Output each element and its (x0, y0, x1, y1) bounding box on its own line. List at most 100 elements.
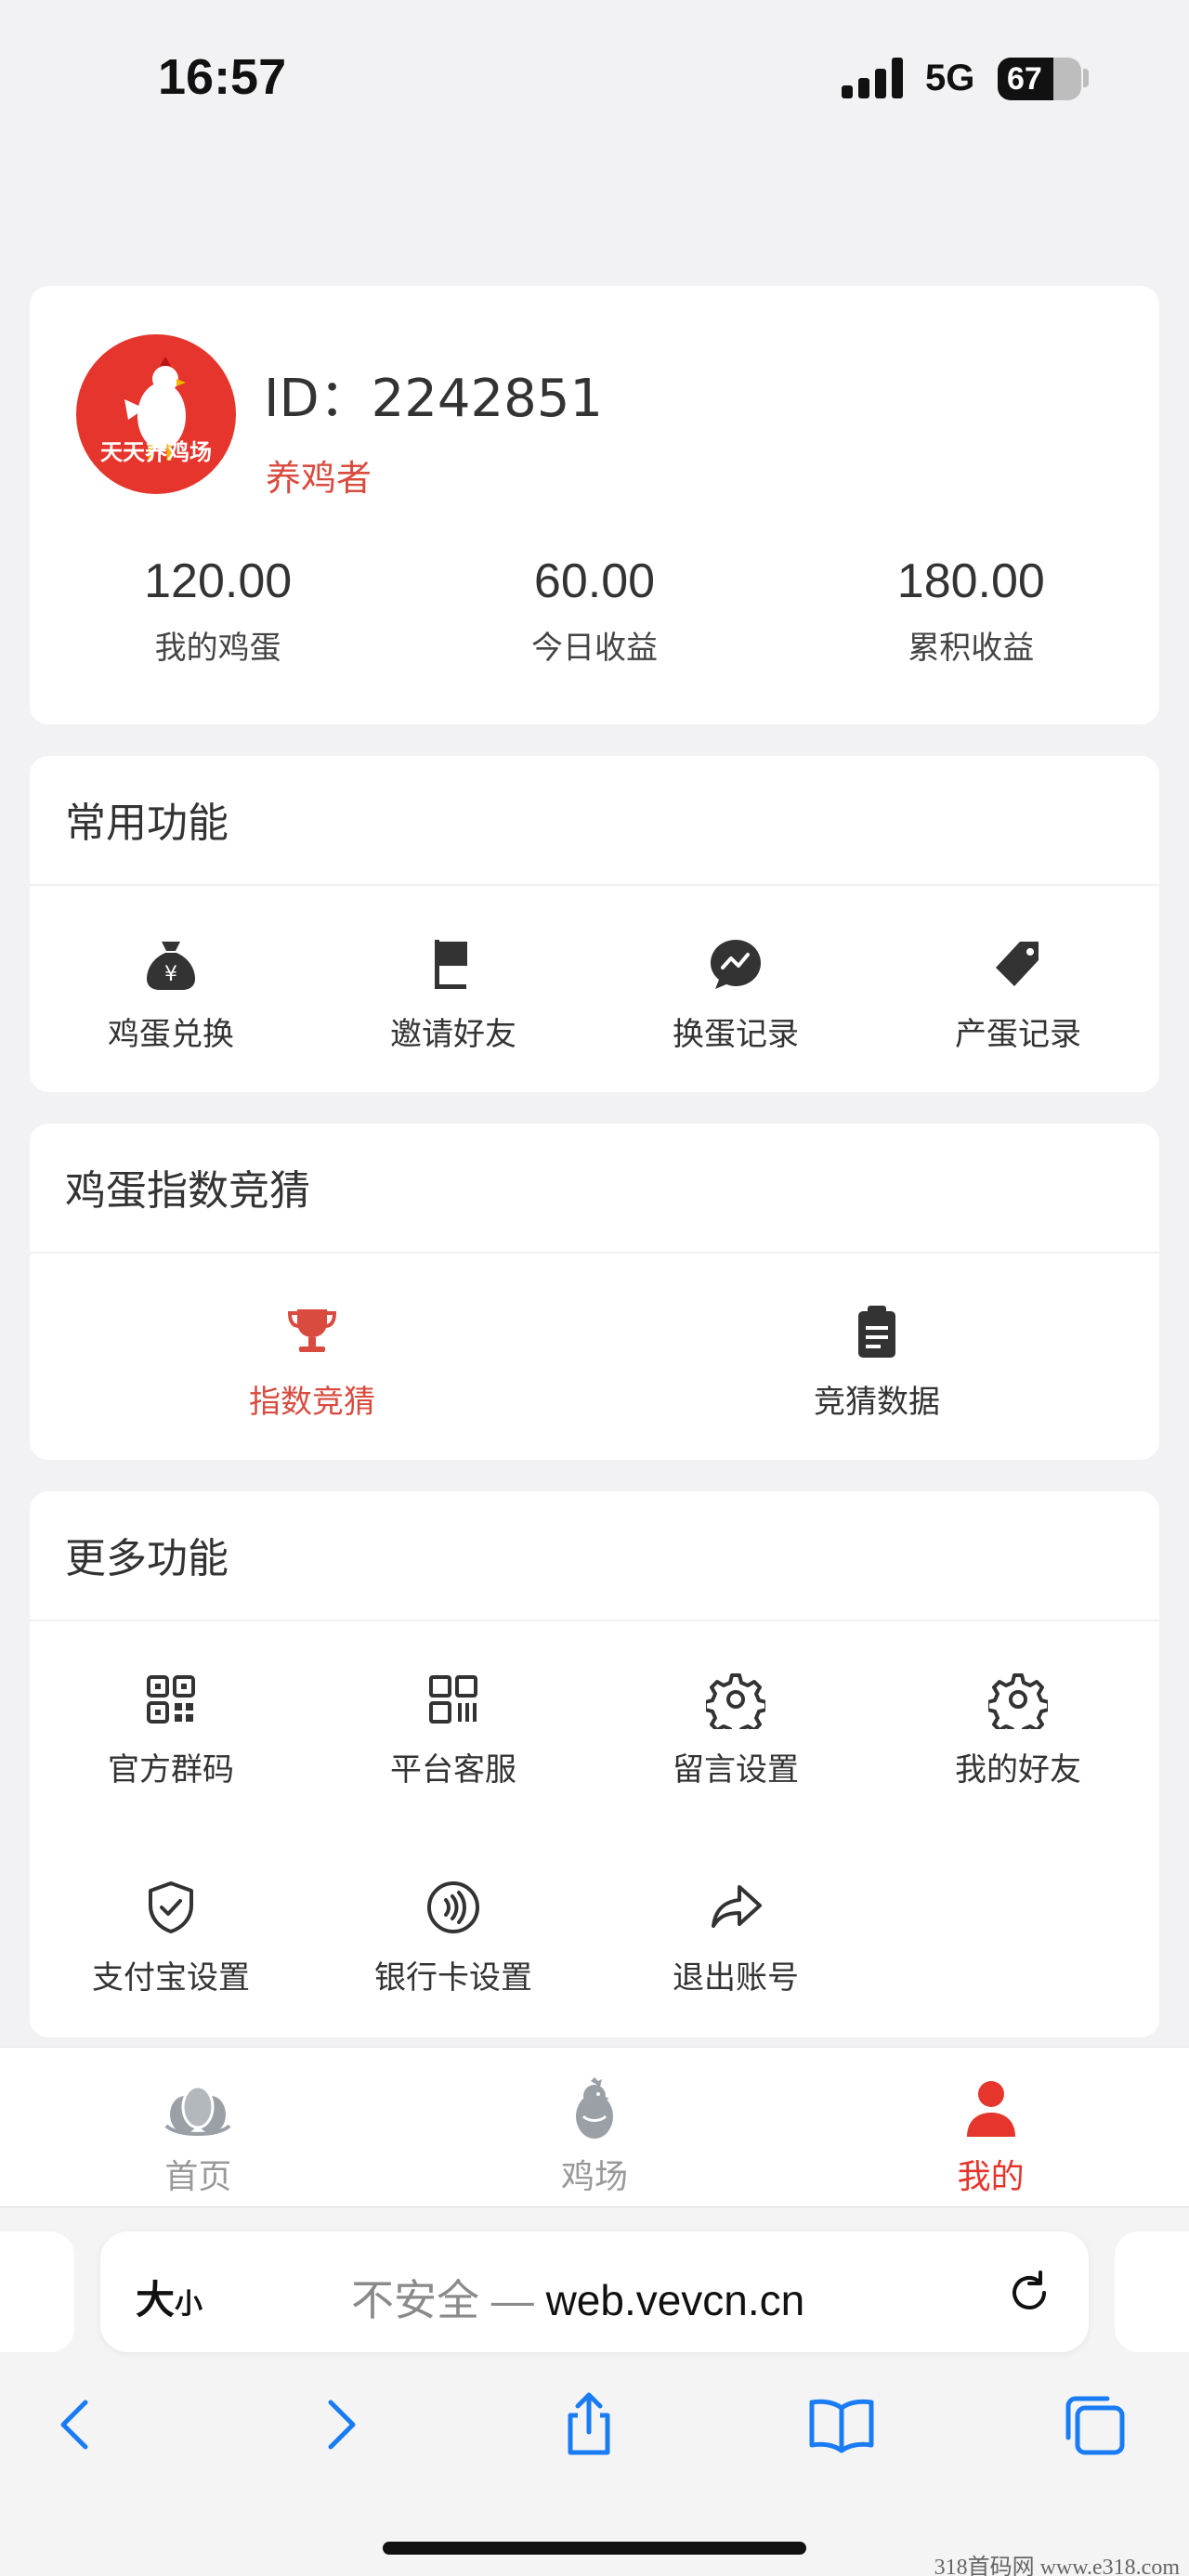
tab-label: 鸡场 (561, 2158, 629, 2196)
button-label: 竞猜数据 (814, 1384, 940, 1421)
logout-button[interactable]: 退出账号 (594, 1878, 877, 1997)
laying-records-button[interactable]: 产蛋记录 (877, 934, 1159, 1054)
invite-friends-button[interactable]: 邀请好友 (312, 934, 594, 1054)
money-bag-icon: ¥ (147, 942, 195, 990)
more-functions-card: 更多功能 官方群码 平台客服 留言设置 我的好友 支付宝设置 银行卡设置 退出账… (30, 1491, 1159, 2037)
my-friends-button[interactable]: 我的好友 (877, 1670, 1159, 1789)
stat-my-eggs[interactable]: 120.00 我的鸡蛋 (30, 553, 406, 668)
button-label: 银行卡设置 (374, 1959, 532, 1997)
url-text: 不安全 — web.vevcn.cn (351, 2267, 804, 2328)
button-label: 指数竞猜 (249, 1384, 375, 1421)
button-label: 支付宝设置 (92, 1959, 250, 1997)
user-id: ID：2242851 (264, 369, 604, 429)
network-type: 5G (925, 58, 975, 98)
clipboard-icon (858, 1306, 895, 1358)
message-settings-button[interactable]: 留言设置 (594, 1670, 877, 1789)
shield-check-icon (149, 1881, 193, 1933)
chicken-icon (576, 2077, 613, 2139)
tab-farm[interactable]: 鸡场 (397, 2048, 793, 2206)
url-domain: web.vevcn.cn (545, 2276, 805, 2324)
alipay-settings-button[interactable]: 支付宝设置 (30, 1878, 312, 1997)
back-icon[interactable] (43, 2389, 113, 2460)
profile-card: 天天养鸡场 ID：2242851 养鸡者 120.00 我的鸡蛋 60.00 今… (30, 286, 1159, 724)
guess-data-button[interactable]: 竞猜数据 (594, 1302, 1159, 1422)
battery-level: 67 (1007, 61, 1042, 97)
svg-text:¥: ¥ (164, 963, 177, 986)
address-bar[interactable]: 大小 不安全 — web.vevcn.cn (100, 2231, 1089, 2352)
common-functions-card: 常用功能 ¥ 鸡蛋兑换 邀请好友 换蛋记录 产蛋记录 (30, 756, 1159, 1092)
tabs-icon[interactable] (1059, 2389, 1130, 2460)
next-tab-preview[interactable] (1115, 2231, 1189, 2352)
status-time: 16:57 (158, 49, 287, 105)
official-group-code-button[interactable]: 官方群码 (30, 1670, 312, 1789)
previous-tab-preview[interactable] (0, 2231, 74, 2352)
common-functions-grid: ¥ 鸡蛋兑换 邀请好友 换蛋记录 产蛋记录 (30, 934, 1159, 1054)
eggs-icon (164, 2085, 231, 2136)
stat-today-income[interactable]: 60.00 今日收益 (406, 553, 782, 668)
chicken-logo-icon (124, 357, 186, 461)
guess-grid: 指数竞猜 竞猜数据 (30, 1302, 1159, 1422)
text-size-small: 小 (175, 2288, 203, 2321)
customer-service-button[interactable]: 平台客服 (312, 1670, 594, 1789)
battery-tip (1083, 69, 1089, 87)
browser-toolbar: 大小 不安全 — web.vevcn.cn 318首码网 www.e318.co… (0, 2206, 1189, 2576)
watermark-text: 318首码网 www.e318.com (934, 2556, 1180, 2576)
tab-label: 我的 (957, 2158, 1025, 2196)
egg-exchange-button[interactable]: ¥ 鸡蛋兑换 (30, 934, 312, 1054)
reload-icon[interactable] (1001, 2265, 1057, 2321)
user-icon (966, 2081, 1015, 2137)
url-separator: — (479, 2276, 546, 2324)
divider (30, 1620, 1159, 1621)
share-icon[interactable] (554, 2389, 624, 2460)
share-arrow-icon (712, 1885, 762, 1928)
button-label: 我的好友 (955, 1751, 1081, 1789)
button-label: 平台客服 (390, 1751, 516, 1789)
bottom-tab-bar: 首页 鸡场 我的 (0, 2047, 1189, 2206)
button-label: 留言设置 (673, 1751, 799, 1789)
divider (30, 1252, 1159, 1254)
index-guess-button[interactable]: 指数竞猜 (30, 1302, 594, 1422)
tab-mine[interactable]: 我的 (792, 2048, 1189, 2206)
tag-icon (996, 942, 1039, 986)
stat-value: 120.00 (144, 554, 293, 608)
stats-row: 120.00 我的鸡蛋 60.00 今日收益 180.00 累积收益 (30, 553, 1159, 668)
battery-icon: 67 (998, 58, 1081, 100)
bank-card-settings-button[interactable]: 银行卡设置 (312, 1878, 594, 1997)
status-bar: 16:57 5G 67 (0, 0, 1189, 167)
exchange-records-button[interactable]: 换蛋记录 (594, 934, 877, 1054)
browser-nav-row (0, 2389, 1189, 2491)
button-label: 官方群码 (108, 1751, 234, 1789)
flag-icon (435, 940, 467, 989)
insecure-label: 不安全 (351, 2276, 479, 2324)
bookmarks-icon[interactable] (806, 2389, 877, 2460)
stat-value: 60.00 (533, 554, 656, 608)
text-size-button[interactable]: 大小 (136, 2269, 203, 2325)
tab-label: 首页 (164, 2158, 232, 2196)
tab-home[interactable]: 首页 (0, 2048, 397, 2206)
gear-icon (706, 1673, 765, 1729)
more-functions-grid-row-2: 支付宝设置 银行卡设置 退出账号 (30, 1878, 1159, 1997)
button-label: 退出账号 (673, 1959, 799, 1997)
button-label: 鸡蛋兑换 (108, 1016, 234, 1053)
stat-total-income[interactable]: 180.00 累积收益 (783, 553, 1159, 668)
stat-value: 180.00 (896, 554, 1045, 608)
home-indicator (383, 2542, 806, 2555)
button-label: 产蛋记录 (955, 1016, 1081, 1053)
user-role: 养鸡者 (266, 458, 372, 499)
button-label: 换蛋记录 (673, 1016, 799, 1053)
stat-label: 累积收益 (908, 630, 1035, 667)
divider (30, 884, 1159, 886)
chat-icon (711, 940, 761, 989)
egg-index-guess-card: 鸡蛋指数竞猜 指数竞猜 竞猜数据 (30, 1124, 1159, 1460)
avatar: 天天养鸡场 (76, 334, 236, 494)
forward-icon[interactable] (303, 2389, 373, 2460)
button-label: 邀请好友 (390, 1016, 516, 1053)
stat-label: 我的鸡蛋 (154, 630, 281, 667)
section-title: 更多功能 (65, 1535, 229, 1582)
contactless-icon (427, 1881, 479, 1933)
avatar-text: 天天养鸡场 (100, 439, 212, 465)
stat-label: 今日收益 (530, 630, 658, 667)
qr-code-icon (147, 1675, 195, 1724)
page: 16:57 5G 67 天天养鸡场 ID：2242851 养鸡者 120.00 … (0, 0, 1189, 2576)
signal-icon (842, 58, 905, 98)
